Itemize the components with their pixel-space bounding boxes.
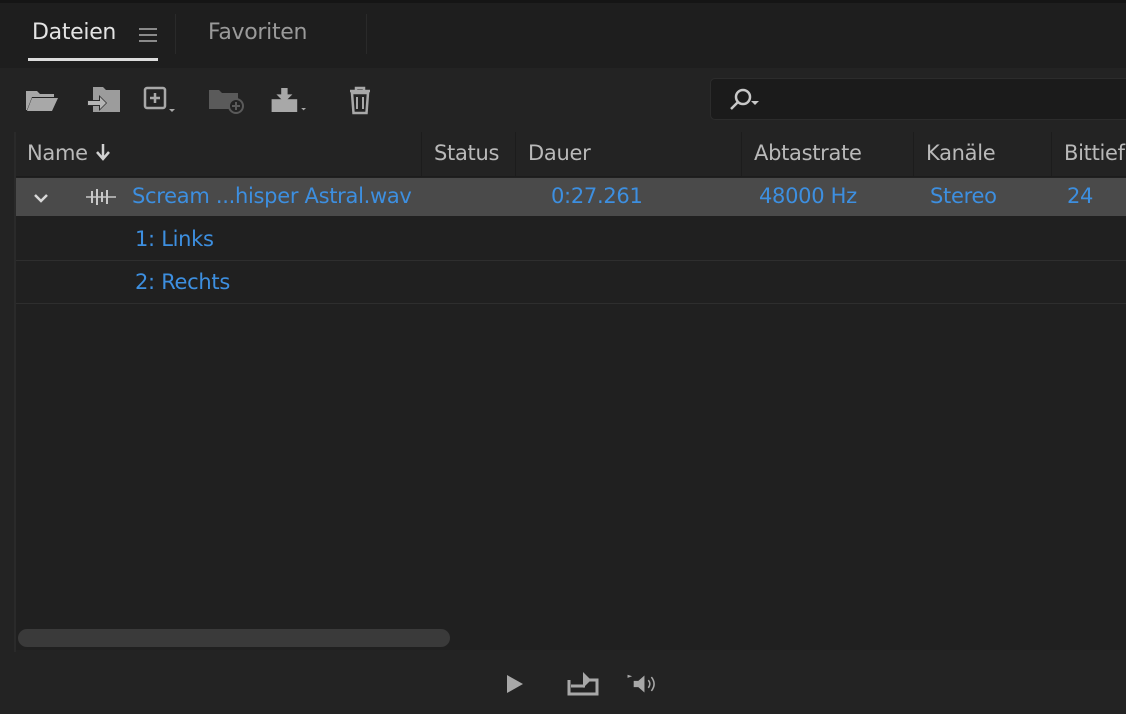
file-name: Scream ...hisper Astral.wav [132, 184, 412, 208]
scrollbar-thumb[interactable] [18, 629, 450, 647]
new-file-icon[interactable] [140, 82, 180, 118]
new-folder-icon [206, 82, 246, 118]
open-folder-icon[interactable] [22, 82, 62, 118]
tab-divider [175, 14, 176, 54]
delete-icon[interactable] [340, 82, 380, 118]
file-sample-rate: 48000 Hz [759, 184, 857, 208]
top-divider [0, 0, 1126, 3]
file-bit-depth: 24 [1067, 184, 1094, 208]
panel-menu-icon[interactable] [139, 27, 157, 43]
sort-descending-icon [96, 144, 111, 161]
files-table: Name Status Dauer Abtastrate Kanäle Bitt… [16, 132, 1126, 650]
waveform-icon [84, 187, 118, 211]
column-divider[interactable] [741, 132, 742, 176]
column-header-bittiefe[interactable]: Bittief [1064, 141, 1125, 165]
column-header-kanaele[interactable]: Kanäle [926, 141, 996, 165]
column-header-name[interactable]: Name [27, 141, 112, 165]
panel-tab-bar: Dateien Favoriten [0, 0, 1126, 68]
column-header-abtastrate[interactable]: Abtastrate [754, 141, 862, 165]
column-header-dauer[interactable]: Dauer [528, 141, 591, 165]
table-header: Name Status Dauer Abtastrate Kanäle Bitt… [16, 132, 1126, 177]
import-icon[interactable] [84, 82, 124, 118]
column-header-status[interactable]: Status [434, 141, 499, 165]
chevron-down-icon[interactable] [32, 186, 50, 210]
search-input[interactable] [767, 85, 1111, 115]
tab-dateien[interactable]: Dateien [32, 20, 116, 45]
channel-label: 2: Rechts [135, 270, 231, 294]
column-divider[interactable] [913, 132, 914, 176]
channel-label: 1: Links [135, 227, 214, 251]
horizontal-scrollbar[interactable] [16, 626, 1126, 650]
preview-transport [0, 652, 1126, 714]
tab-favoriten[interactable]: Favoriten [208, 20, 307, 45]
tab-divider [366, 14, 367, 54]
loop-icon[interactable] [563, 666, 603, 702]
column-divider[interactable] [1051, 132, 1052, 176]
table-row-channel[interactable]: 1: Links [16, 218, 1126, 261]
files-panel: Dateien Favoriten Name Status Dauer Abta… [0, 0, 1126, 714]
search-icon[interactable] [727, 87, 767, 117]
play-icon[interactable] [494, 666, 534, 702]
table-row-channel[interactable]: 2: Rechts [16, 261, 1126, 304]
table-row-file[interactable]: Scream ...hisper Astral.wav 0:27.261 480… [16, 178, 1126, 216]
file-channels: Stereo [930, 184, 997, 208]
column-divider[interactable] [421, 132, 422, 176]
column-header-label: Name [27, 141, 88, 165]
column-divider[interactable] [515, 132, 516, 176]
file-duration: 0:27.261 [551, 184, 643, 208]
active-tab-indicator [28, 58, 158, 61]
auto-play-icon[interactable] [626, 666, 666, 702]
search-box[interactable] [710, 78, 1126, 120]
insert-into-multitrack-icon[interactable] [270, 82, 310, 118]
